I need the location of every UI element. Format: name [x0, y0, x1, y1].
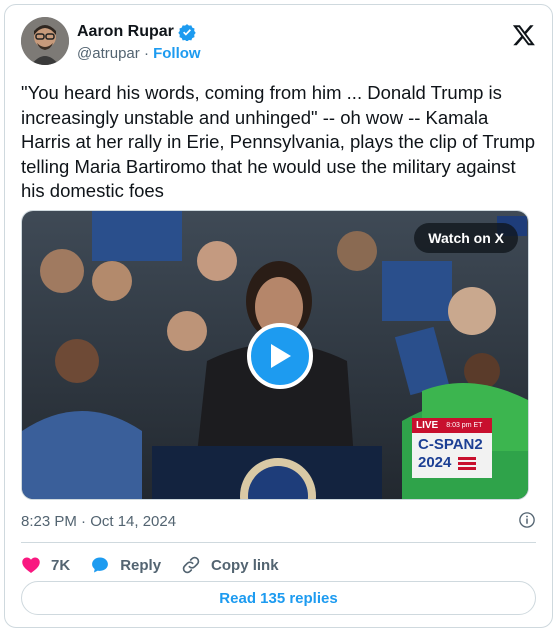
reply-bubble-icon — [92, 557, 109, 573]
watch-on-x-button[interactable]: Watch on X — [414, 223, 518, 253]
verified-badge-icon — [178, 24, 196, 41]
author-name[interactable]: Aaron Rupar — [77, 23, 174, 41]
handle-separator: · — [143, 45, 149, 62]
live-label: LIVE — [416, 420, 439, 431]
follow-link[interactable]: Follow — [153, 45, 201, 62]
author-name-row: Aaron Rupar — [77, 23, 196, 41]
heart-icon — [22, 557, 40, 573]
broadcast-time: 8:03 pm ET — [446, 422, 483, 429]
broadcast-overlay: LIVE 8:03 pm ET C-SPAN2 2024 — [412, 418, 520, 480]
play-button[interactable] — [247, 323, 313, 389]
live-badge: LIVE 8:03 pm ET — [412, 418, 492, 433]
tweet-timestamp[interactable]: 8:23 PM · Oct 14, 2024 — [21, 513, 176, 530]
action-bar: 7K Reply Copy link — [21, 551, 299, 579]
copy-link-button[interactable]: Copy link — [181, 555, 279, 575]
link-icon — [182, 556, 200, 574]
read-replies-button[interactable]: Read 135 replies — [21, 581, 536, 615]
reply-label: Reply — [120, 556, 162, 574]
flag-stripes-icon — [458, 457, 476, 470]
info-icon[interactable] — [518, 511, 536, 529]
divider — [21, 542, 536, 543]
tweet-card: Aaron Rupar @atrupar · Follow "You heard… — [4, 4, 553, 628]
copy-link-label: Copy link — [211, 556, 279, 574]
author-handle[interactable]: @atrupar — [77, 45, 140, 62]
tweet-header: Aaron Rupar @atrupar · Follow — [21, 17, 536, 69]
year-label: 2024 — [418, 454, 452, 471]
tweet-text: "You heard his words, coming from him ..… — [21, 82, 536, 201]
video-player[interactable]: Watch on X LIVE 8:03 pm ET C-SPAN2 2024 — [21, 210, 529, 500]
reply-button[interactable]: Reply — [90, 555, 161, 575]
like-count: 7K — [51, 556, 71, 574]
like-button[interactable]: 7K — [21, 555, 70, 575]
handle-row: @atrupar · Follow — [77, 45, 201, 62]
x-logo-icon[interactable] — [512, 23, 536, 47]
cspan-logo: C-SPAN2 2024 — [412, 433, 492, 478]
network-label: C-SPAN2 — [418, 436, 483, 453]
avatar[interactable] — [21, 17, 69, 65]
play-icon — [271, 344, 291, 368]
